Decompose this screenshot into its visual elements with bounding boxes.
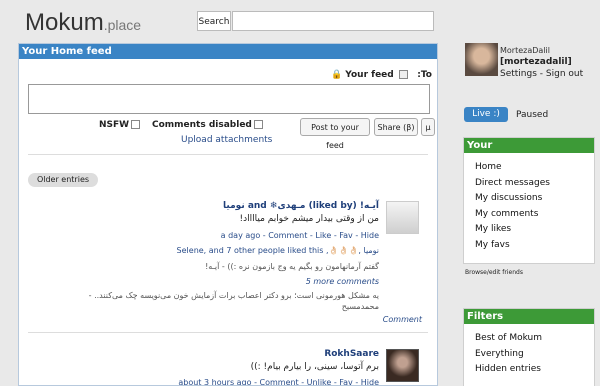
paused-button[interactable]: Paused bbox=[516, 110, 548, 120]
nav-my-likes[interactable]: My likes bbox=[464, 222, 594, 238]
comment-link[interactable]: Comment bbox=[383, 315, 422, 324]
entry-authors[interactable]: آیـه! (liked by) مـهدی❄ and نومیا bbox=[223, 201, 379, 211]
mu-button[interactable]: μ bbox=[421, 118, 435, 136]
entry-actions[interactable]: a day ago - Comment - Like - Fav - Hide bbox=[221, 231, 379, 240]
settings-link[interactable]: Settings bbox=[500, 69, 537, 79]
filter-best-of-mokum[interactable]: Best of Mokum bbox=[464, 331, 594, 347]
upload-attachments-link[interactable]: Upload attachments bbox=[181, 135, 272, 145]
nav-direct-messages[interactable]: Direct messages bbox=[464, 176, 594, 192]
logo-main: Mokum bbox=[25, 9, 104, 36]
your-feed-label: Your feed bbox=[345, 70, 394, 80]
entry-text: من از وقتی بیدار میشم خوابم میااااد! bbox=[239, 214, 380, 224]
filter-hidden-entries[interactable]: Hidden entries bbox=[464, 362, 594, 378]
post-to-feed-button[interactable]: Post to your feed bbox=[300, 118, 370, 150]
logo[interactable]: Mokum.place bbox=[25, 9, 141, 37]
nav-my-favs[interactable]: My favs bbox=[464, 238, 594, 254]
entry-text: برم آتوسا، سینی، را بیارم بیام! :)) bbox=[250, 362, 379, 372]
feed-title: Your Home feed bbox=[19, 44, 437, 59]
avatar[interactable] bbox=[386, 201, 419, 234]
divider bbox=[28, 332, 428, 333]
nsfw-label: NSFW bbox=[99, 120, 130, 130]
entry-author[interactable]: RokhSaare bbox=[324, 349, 379, 359]
nav-home[interactable]: Home bbox=[464, 160, 594, 176]
search-button[interactable]: Search bbox=[197, 11, 231, 31]
post-textarea[interactable] bbox=[28, 84, 430, 114]
home-feed: Your Home feed 🔒 Your feed :To NSFW Comm… bbox=[18, 43, 438, 386]
more-comments-link[interactable]: 5 more comments bbox=[306, 277, 379, 286]
your-panel: Your Home Direct messages My discussions… bbox=[463, 137, 595, 264]
entry-comment: یه مشکل هورمونی است؛ برو دکتر اعصاب برات… bbox=[88, 291, 379, 300]
comment-author[interactable]: محمدمسیح bbox=[342, 302, 379, 311]
entry-comment: گفتم آرمانهامون رو بگیم یه وج بازمون نره… bbox=[205, 262, 379, 271]
filters-panel: Filters Best of Mokum Everything Hidden … bbox=[463, 308, 595, 386]
user-nick[interactable]: [mortezadalil] bbox=[500, 57, 572, 67]
live-button[interactable]: Live :) bbox=[464, 107, 508, 122]
nsfw-option: NSFW bbox=[99, 120, 141, 130]
your-panel-title: Your bbox=[464, 138, 594, 153]
entry-actions[interactable]: about 3 hours ago - Comment - Unlike - F… bbox=[178, 378, 379, 385]
older-entries-button[interactable]: Older entries bbox=[28, 173, 98, 187]
entry-likes[interactable]: Selene, and 7 other people liked this ,👌… bbox=[177, 246, 379, 255]
filter-everything[interactable]: Everything bbox=[464, 347, 594, 363]
user-name: MortezaDalil bbox=[500, 46, 550, 55]
search-input[interactable] bbox=[232, 11, 434, 31]
browse-friends-link[interactable]: Browse/edit friends bbox=[465, 269, 523, 276]
nav-my-comments[interactable]: My comments bbox=[464, 207, 594, 223]
lock-icon: 🔒 bbox=[330, 70, 343, 80]
user-avatar[interactable] bbox=[465, 43, 498, 76]
avatar[interactable] bbox=[386, 349, 419, 382]
user-links: Settings - Sign out bbox=[500, 69, 584, 79]
post-target: 🔒 Your feed :To bbox=[331, 70, 432, 80]
share-button[interactable]: Share (β) bbox=[374, 118, 418, 136]
divider bbox=[28, 154, 428, 155]
comments-disabled-label: Comments disabled bbox=[152, 120, 252, 130]
comments-disabled-checkbox[interactable] bbox=[253, 120, 263, 129]
logo-suffix: .place bbox=[103, 17, 142, 33]
nav-my-discussions[interactable]: My discussions bbox=[464, 191, 594, 207]
to-label: :To bbox=[417, 70, 432, 80]
nsfw-checkbox[interactable] bbox=[131, 120, 141, 129]
comments-disabled-option: Comments disabled bbox=[152, 120, 263, 130]
filters-panel-title: Filters bbox=[464, 309, 594, 324]
your-feed-checkbox[interactable] bbox=[398, 70, 408, 79]
sign-out-link[interactable]: Sign out bbox=[546, 69, 583, 79]
